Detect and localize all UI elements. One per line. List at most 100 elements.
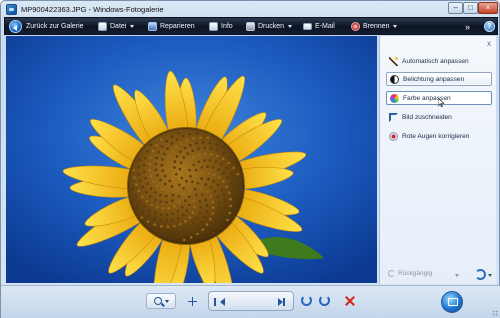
sunflower-seed <box>147 214 150 218</box>
sunflower-seed <box>160 145 164 148</box>
sunflower-seed <box>217 225 220 229</box>
actual-size-button[interactable] <box>181 293 203 309</box>
sunflower-seed <box>223 199 227 203</box>
sunflower-seed <box>166 225 170 228</box>
file-menu-button[interactable]: Datei <box>98 18 135 35</box>
sunflower-seed <box>186 152 190 155</box>
sunflower-seed <box>221 157 225 161</box>
sunflower-seed <box>204 183 208 186</box>
back-to-gallery-button[interactable]: Zurück zur Galerie <box>26 18 84 35</box>
sunflower-seed <box>225 166 228 170</box>
photo-gallery-window: MP900422363.JPG - Windows-Fotogalerie – … <box>0 0 500 318</box>
fix-crop[interactable]: Bild zuschneiden <box>386 110 492 124</box>
sunflower-seed <box>205 223 209 226</box>
close-button[interactable]: × <box>478 2 498 14</box>
sunflower-seed <box>182 192 186 196</box>
sunflower-seed <box>172 205 176 208</box>
sunflower-seed <box>182 238 186 242</box>
redo-icon[interactable] <box>475 269 486 280</box>
sunflower-seed <box>176 210 180 213</box>
sunflower-seed <box>209 186 213 189</box>
back-arrow-icon[interactable] <box>9 20 22 33</box>
burn-menu-button[interactable]: Brennen <box>351 18 398 35</box>
sunflower-seed <box>203 215 207 219</box>
sunflower-seed <box>171 212 174 216</box>
sunflower-seed <box>184 199 187 203</box>
fix-red-eye[interactable]: Rote Augen korrigieren <box>386 129 492 143</box>
sunflower-seed <box>167 166 170 170</box>
sunflower-seed <box>199 206 202 209</box>
fix-adjust-exposure[interactable]: Belichtung anpassen <box>386 72 492 86</box>
maximize-button[interactable]: □ <box>463 2 478 14</box>
sunflower-seed <box>209 147 213 150</box>
sunflower-seed <box>212 231 215 235</box>
sunflower-seed <box>205 209 208 213</box>
panel-close-icon[interactable]: x <box>484 39 494 49</box>
sunflower-seed <box>175 155 179 158</box>
sunflower-seed <box>212 206 215 209</box>
sunflower-seed <box>218 206 221 210</box>
sunflower-seed <box>171 199 174 203</box>
sunflower-seed <box>188 216 192 219</box>
print-menu-button[interactable]: Drucken <box>246 18 293 35</box>
repair-button[interactable]: Reparieren <box>148 18 195 35</box>
sunflower-seed <box>232 188 236 191</box>
sunflower-seed <box>139 179 142 183</box>
more-commands-button[interactable]: » <box>465 18 470 35</box>
rotate-right-icon[interactable] <box>319 295 330 306</box>
sunflower-seed <box>200 220 204 224</box>
sunflower-seed <box>184 220 187 223</box>
print-menu-label: Drucken <box>258 23 285 30</box>
sunflower-seed <box>225 185 229 189</box>
slideshow-icon[interactable] <box>441 291 463 313</box>
sunflower-seed <box>169 172 172 176</box>
help-icon[interactable]: ? <box>484 21 495 32</box>
sunflower-seed <box>229 197 232 201</box>
sunflower-seed <box>191 229 195 232</box>
sunflower-seed <box>159 138 163 141</box>
previous-icon[interactable] <box>214 298 225 306</box>
next-icon[interactable] <box>278 298 285 306</box>
zoom-button[interactable] <box>146 293 176 309</box>
sunflower-seed <box>182 156 186 159</box>
sunflower-seed <box>171 218 175 222</box>
sunflower-seed <box>159 200 162 204</box>
photo-view[interactable] <box>6 36 377 283</box>
undo-button[interactable]: Rückgängig <box>388 270 432 277</box>
sunflower-seed <box>222 193 226 197</box>
sunflower-seed <box>151 150 155 153</box>
sunflower-seed <box>141 210 144 214</box>
minimize-button[interactable]: – <box>448 2 463 14</box>
delete-icon[interactable] <box>344 295 356 307</box>
sunflower-seed <box>192 221 195 224</box>
sunflower-seed <box>177 131 180 135</box>
sunflower-seed <box>193 205 196 209</box>
sunflower-seed <box>222 151 226 155</box>
sunflower-seed <box>185 232 189 235</box>
sunflower-seed <box>140 216 144 219</box>
resize-grip-icon[interactable] <box>492 310 499 317</box>
sunflower-seed <box>149 156 153 159</box>
sunflower-seed <box>229 171 233 175</box>
sunflower-seed <box>177 201 181 204</box>
sunflower-seed <box>133 176 136 179</box>
rotate-left-icon[interactable] <box>301 295 312 306</box>
sunflower-seed <box>155 184 159 187</box>
sunflower-seed <box>189 236 193 239</box>
sunflower-seed <box>152 180 155 183</box>
sunflower-seed <box>155 156 158 160</box>
sunflower-seed <box>168 230 172 234</box>
redo-dropdown-chevron-icon[interactable] <box>488 274 492 277</box>
sunflower-seed <box>192 137 195 140</box>
info-button[interactable]: Info <box>209 18 233 35</box>
sunflower-seed <box>149 143 153 147</box>
fix-auto-adjust[interactable]: Automatisch anpassen <box>386 54 492 68</box>
sunflower-seed <box>229 204 232 208</box>
magic-wand-icon <box>389 56 398 66</box>
undo-dropdown-chevron-icon[interactable] <box>455 274 459 277</box>
email-button[interactable]: E-Mail <box>303 18 335 35</box>
sunflower-seed <box>155 143 158 147</box>
sunflower-seed <box>184 184 188 188</box>
sunflower-seed <box>203 159 206 162</box>
sunflower-seed <box>170 135 174 138</box>
